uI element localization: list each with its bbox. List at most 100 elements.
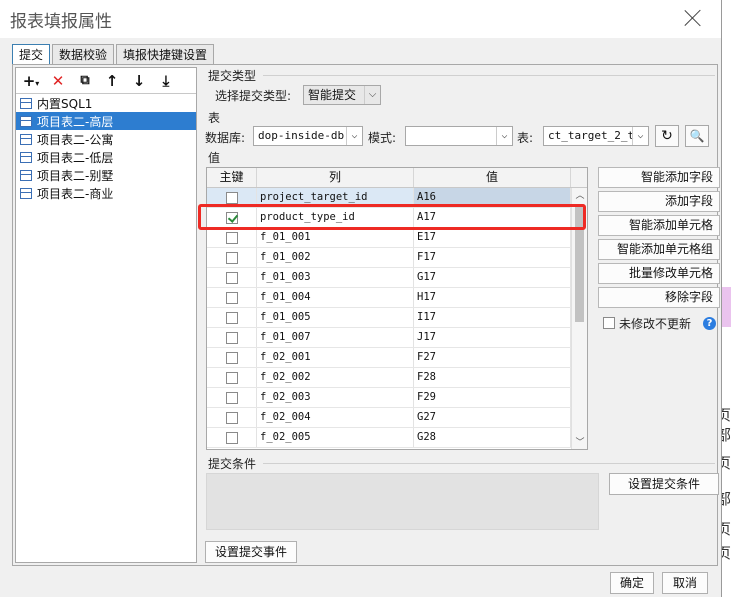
copy-icon[interactable]: ⧉ (76, 73, 94, 88)
cancel-button[interactable]: 取消 (662, 572, 708, 594)
table-icon (20, 115, 32, 127)
column-name-cell[interactable]: f_02_004 (257, 408, 414, 427)
chevron-down-icon: ⌵ (346, 127, 362, 145)
smart-add-cell-group-button[interactable]: 智能添加单元格组 (598, 239, 720, 260)
move-bottom-icon[interactable]: ⤓ (157, 72, 175, 90)
table-row[interactable]: project_target_id A16 (207, 188, 587, 208)
add-field-button[interactable]: 添加字段 (598, 191, 720, 212)
table-row[interactable]: f_02_002 F28 (207, 368, 587, 388)
submit-item[interactable]: 项目表二-高层 (16, 112, 196, 130)
column-name-cell[interactable]: project_target_id (257, 188, 414, 207)
table-row[interactable]: f_01_003 G17 (207, 268, 587, 288)
delete-icon[interactable]: ✕ (49, 72, 67, 90)
database-select[interactable]: dop-inside-db ⌵ (253, 126, 363, 146)
column-name-cell[interactable]: f_01_005 (257, 308, 414, 327)
table-row[interactable]: f_01_005 I17 (207, 308, 587, 328)
value-cell[interactable]: G27 (414, 408, 571, 427)
value-cell[interactable]: I17 (414, 308, 571, 327)
table-row[interactable]: product_type_id A17 (207, 208, 587, 228)
primary-key-checkbox[interactable] (225, 391, 238, 404)
column-name-cell[interactable]: f_02_005 (257, 428, 414, 447)
primary-key-cell (207, 368, 257, 387)
value-cell[interactable]: A16 (414, 188, 571, 207)
add-icon[interactable]: +▾ (22, 72, 40, 90)
batch-modify-cell-button[interactable]: 批量修改单元格 (598, 263, 720, 284)
column-name-cell[interactable]: f_01_001 (257, 228, 414, 247)
table-row[interactable]: f_01_007 J17 (207, 328, 587, 348)
column-name-cell[interactable]: f_01_004 (257, 288, 414, 307)
table-row[interactable]: f_02_003 F29 (207, 388, 587, 408)
primary-key-checkbox[interactable] (225, 191, 238, 204)
close-icon[interactable] (683, 8, 703, 28)
column-header-column[interactable]: 列 (257, 168, 414, 187)
move-up-icon[interactable]: ↑ (103, 72, 121, 90)
primary-key-checkbox[interactable] (225, 431, 238, 444)
scroll-thumb[interactable] (575, 204, 584, 322)
help-icon[interactable]: ? (703, 317, 716, 330)
column-header-value[interactable]: 值 (414, 168, 571, 187)
scroll-up-icon[interactable]: ︿ (572, 188, 587, 202)
submit-type-select[interactable]: 智能提交 ⌵ (303, 85, 381, 105)
value-cell[interactable]: F17 (414, 248, 571, 267)
set-submit-condition-button[interactable]: 设置提交条件 (609, 473, 719, 495)
ok-button[interactable]: 确定 (610, 572, 654, 594)
value-cell[interactable]: J17 (414, 328, 571, 347)
submit-item[interactable]: 项目表二-商业 (16, 184, 196, 202)
value-cell[interactable]: F29 (414, 388, 571, 407)
column-name-cell[interactable]: f_02_002 (257, 368, 414, 387)
column-name-cell[interactable]: f_01_002 (257, 248, 414, 267)
tab-submit[interactable]: 提交 (12, 44, 51, 66)
value-cell[interactable]: H17 (414, 288, 571, 307)
column-name-cell[interactable]: product_type_id (257, 208, 414, 227)
remove-field-button[interactable]: 移除字段 (598, 287, 720, 308)
primary-key-checkbox[interactable] (225, 251, 238, 264)
table-row[interactable]: f_01_004 H17 (207, 288, 587, 308)
value-cell[interactable]: G28 (414, 428, 571, 447)
tab-fill-shortcuts[interactable]: 填报快捷键设置 (116, 44, 215, 65)
primary-key-checkbox[interactable] (225, 371, 238, 384)
primary-key-checkbox[interactable] (225, 411, 238, 424)
column-name-cell[interactable]: f_02_001 (257, 348, 414, 367)
no-update-unmodified-checkbox[interactable] (603, 317, 615, 329)
value-cell[interactable]: F27 (414, 348, 571, 367)
primary-key-checkbox[interactable] (225, 291, 238, 304)
column-name-cell[interactable]: f_01_007 (257, 328, 414, 347)
table-row[interactable]: f_01_001 E17 (207, 228, 587, 248)
submit-item[interactable]: 项目表二-别墅 (16, 166, 196, 184)
submit-item[interactable]: 内置SQL1 (16, 94, 196, 112)
primary-key-checkbox[interactable] (225, 231, 238, 244)
move-down-icon[interactable]: ↓ (130, 72, 148, 90)
value-cell[interactable]: G17 (414, 268, 571, 287)
table-row[interactable]: f_02_005 G28 (207, 428, 587, 448)
table-row[interactable]: f_02_001 F27 (207, 348, 587, 368)
tab-data-validation[interactable]: 数据校验 (52, 44, 115, 65)
column-header-key[interactable]: 主键 (207, 168, 257, 187)
primary-key-checkbox[interactable] (225, 351, 238, 364)
value-cell[interactable]: A17 (414, 208, 571, 227)
preview-icon[interactable]: 🔍 (685, 125, 709, 147)
table-row[interactable]: f_02_004 G27 (207, 408, 587, 428)
table-select[interactable]: ct_target_2_t ⌵ (543, 126, 649, 146)
refresh-icon[interactable]: ↻ (655, 125, 679, 147)
primary-key-checkbox[interactable] (225, 211, 238, 224)
table-row[interactable]: f_01_002 F17 (207, 248, 587, 268)
column-name-cell[interactable]: f_01_003 (257, 268, 414, 287)
divider (263, 75, 715, 76)
smart-add-cell-button[interactable]: 智能添加单元格 (598, 215, 720, 236)
submit-item[interactable]: 项目表二-低层 (16, 148, 196, 166)
divider (263, 463, 715, 464)
submit-item-label: 项目表二-低层 (37, 150, 114, 165)
schema-select[interactable]: ⌵ (405, 126, 513, 146)
primary-key-checkbox[interactable] (225, 331, 238, 344)
value-cell[interactable]: E17 (414, 228, 571, 247)
value-cell[interactable]: F28 (414, 368, 571, 387)
smart-add-field-button[interactable]: 智能添加字段 (598, 167, 720, 188)
table-scrollbar[interactable]: ︿ ﹀ (571, 188, 587, 449)
primary-key-checkbox[interactable] (225, 311, 238, 324)
primary-key-checkbox[interactable] (225, 271, 238, 284)
set-submit-event-button[interactable]: 设置提交事件 (205, 541, 297, 563)
column-name-cell[interactable]: f_02_003 (257, 388, 414, 407)
scroll-down-icon[interactable]: ﹀ (572, 435, 587, 449)
primary-key-cell (207, 348, 257, 367)
submit-item[interactable]: 项目表二-公寓 (16, 130, 196, 148)
